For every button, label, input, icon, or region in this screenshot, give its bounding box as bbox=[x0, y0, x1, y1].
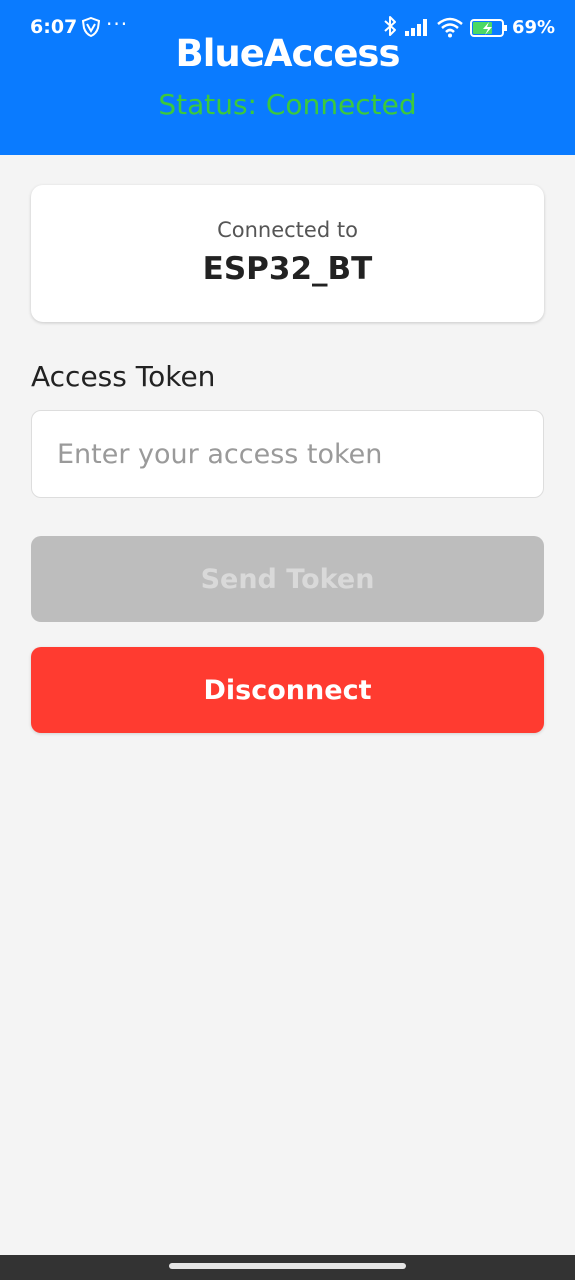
access-token-label: Access Token bbox=[31, 360, 216, 393]
connection-status: Status: Connected bbox=[158, 88, 417, 121]
device-card: Connected to ESP32_BT bbox=[31, 185, 544, 322]
send-token-button[interactable]: Send Token bbox=[31, 536, 544, 622]
access-token-input[interactable] bbox=[31, 410, 544, 498]
navigation-bar bbox=[0, 1255, 575, 1280]
home-gesture-handle[interactable] bbox=[169, 1263, 406, 1269]
app-title: BlueAccess bbox=[175, 32, 401, 75]
app-header: 6:07 ··· 69% BlueAccess Status: Connecte… bbox=[0, 0, 575, 155]
device-name: ESP32_BT bbox=[202, 251, 373, 287]
disconnect-button[interactable]: Disconnect bbox=[31, 647, 544, 733]
connected-to-label: Connected to bbox=[217, 218, 358, 242]
